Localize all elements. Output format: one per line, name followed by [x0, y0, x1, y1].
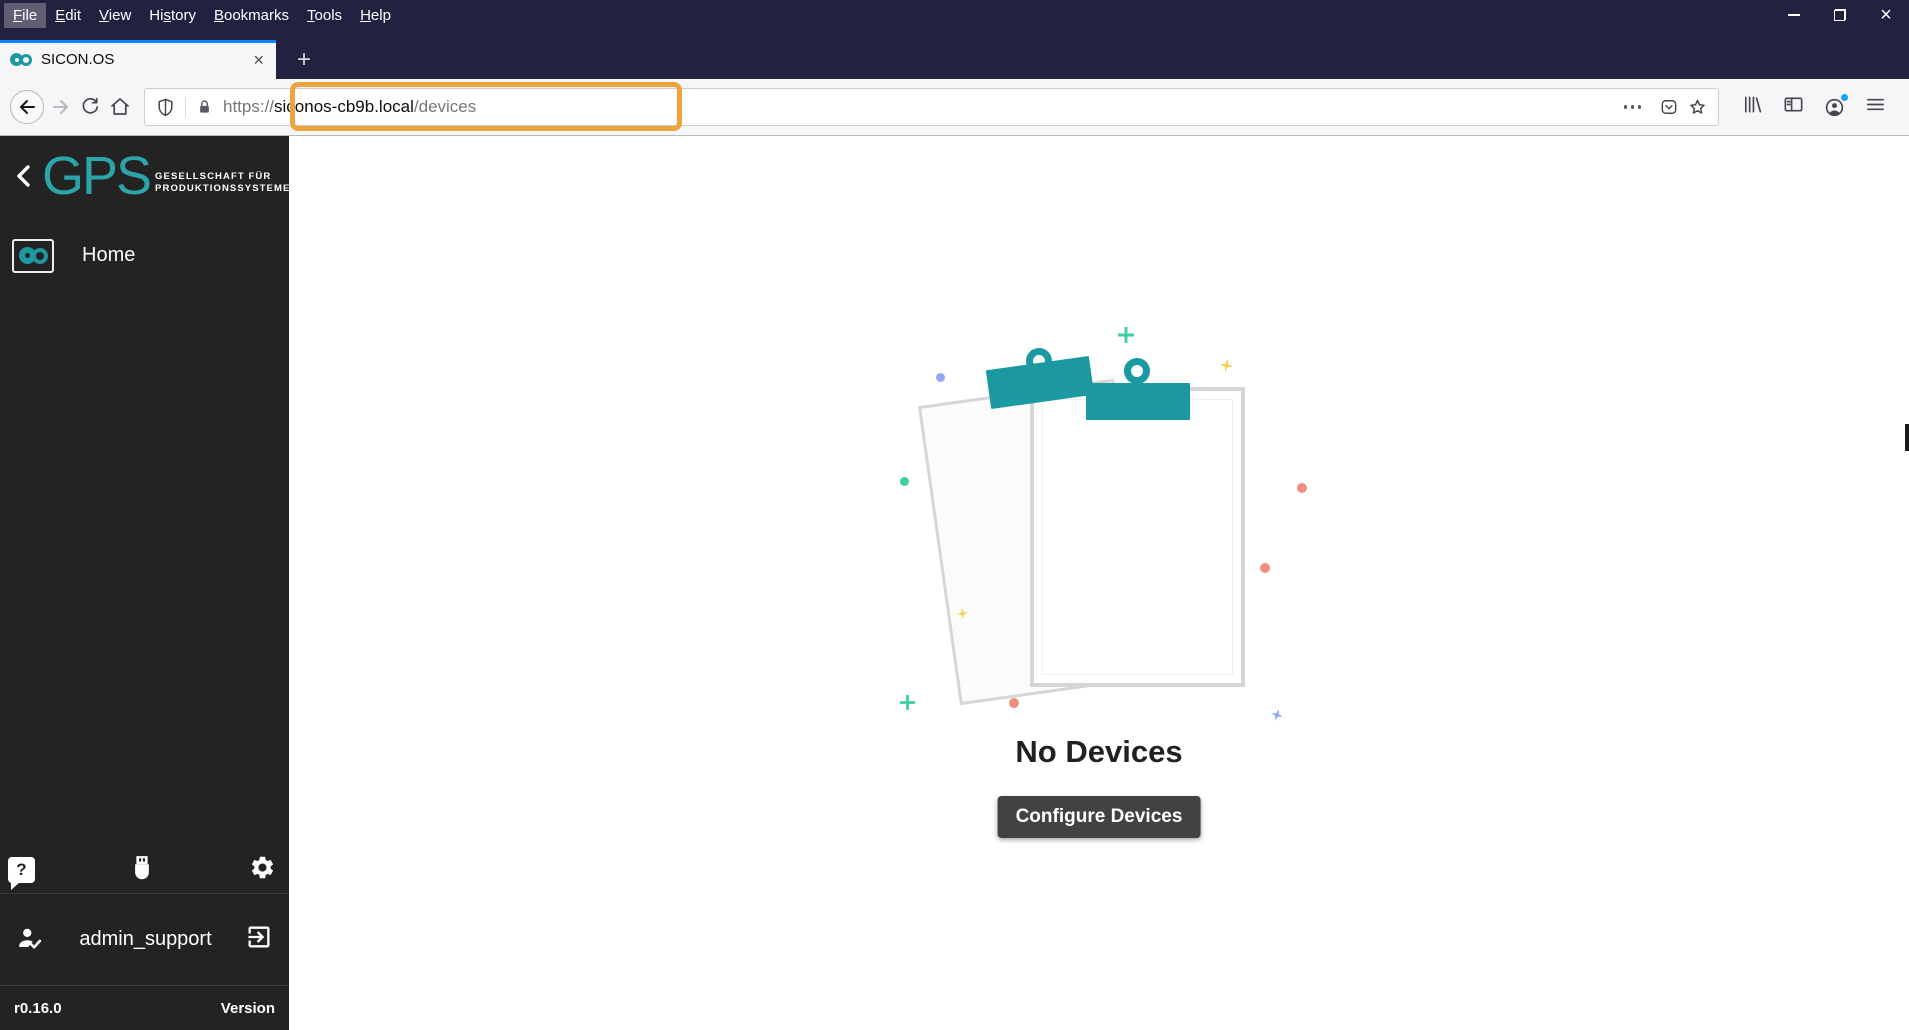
sidebar: GPS GESELLSCHAFT FÜR PRODUKTIONSSYSTEME … [0, 136, 289, 1030]
clipboard-clip-icon [1086, 383, 1190, 420]
window-controls: × [1771, 0, 1909, 30]
reload-button[interactable] [78, 95, 102, 119]
tab-siconos[interactable]: SICON.OS × [0, 40, 276, 79]
clipboard-front [1030, 387, 1245, 687]
bookmark-star-icon [1690, 99, 1705, 114]
library-icon [1744, 96, 1762, 113]
back-button[interactable] [10, 90, 44, 124]
toolbar-right-icons [1725, 93, 1899, 121]
confetti-dot-icon [1009, 698, 1019, 708]
tab-bar: SICON.OS × + [0, 30, 1909, 79]
pocket-icon [1661, 100, 1677, 114]
sidebar-item-home[interactable]: Home [0, 233, 289, 279]
usb-icon [135, 855, 149, 879]
scrollbar-thumb[interactable] [1905, 424, 1909, 451]
siconos-favicon-icon [10, 53, 32, 66]
no-devices-illustration [900, 321, 1320, 741]
chevron-left-icon [17, 165, 30, 187]
sidebar-item-label: Home [82, 244, 136, 267]
clipboard-ring-icon [1124, 358, 1150, 384]
menu-help[interactable]: Help [351, 3, 400, 28]
pocket-button[interactable] [1659, 97, 1679, 117]
sidebar-logo-row: GPS GESELLSCHAFT FÜR PRODUKTIONSSYSTEME [12, 146, 289, 206]
shield-icon[interactable] [155, 97, 176, 118]
menu-bookmarks[interactable]: Bookmarks [205, 3, 298, 28]
urlbar-divider [185, 97, 186, 117]
menu-edit[interactable]: Edit [46, 3, 90, 28]
usb-button[interactable] [127, 853, 157, 888]
close-icon: × [1880, 4, 1892, 26]
confetti-dot-icon [900, 477, 909, 486]
username-label: admin_support [79, 928, 212, 950]
gps-logo: GPS [42, 146, 152, 206]
bookmark-button[interactable] [1687, 97, 1708, 118]
menu-icon [1867, 98, 1884, 111]
confetti-dot-icon [936, 373, 945, 382]
account-button[interactable] [1823, 93, 1848, 119]
reload-icon [82, 97, 99, 114]
library-button[interactable] [1741, 93, 1764, 121]
sidebars-button[interactable] [1782, 93, 1805, 121]
menu-history[interactable]: History [140, 3, 205, 28]
new-tab-button[interactable]: + [288, 44, 320, 76]
navigation-toolbar: https://siconos-cb9b.local/devices [0, 79, 1909, 136]
close-button[interactable]: × [1863, 0, 1909, 30]
forward-icon [53, 100, 68, 114]
confetti-plus-icon [1118, 327, 1134, 343]
logout-button[interactable] [245, 923, 273, 956]
window-titlebar: File Edit View History Bookmarks Tools H… [0, 0, 1909, 30]
home-icon [111, 98, 129, 115]
home-nav-iconbox [12, 238, 54, 273]
confetti-dot-icon [1297, 483, 1307, 493]
confetti-plus-icon [900, 695, 915, 710]
menu-file[interactable]: File [4, 2, 47, 28]
gps-logo-subtitle: GESELLSCHAFT FÜR PRODUKTIONSSYSTEME [155, 171, 289, 195]
menubar: File Edit View History Bookmarks Tools H… [0, 0, 400, 30]
sidebar-version-row: r0.16.0 Version [0, 985, 289, 1030]
restore-button[interactable] [1817, 0, 1863, 30]
user-check-icon [19, 928, 42, 949]
version-value: r0.16.0 [14, 999, 62, 1017]
account-notification-dot [1841, 93, 1848, 101]
settings-gear-icon [251, 856, 274, 879]
menu-view[interactable]: View [90, 3, 140, 28]
help-button[interactable]: ? [8, 857, 35, 890]
minimize-button[interactable] [1771, 0, 1817, 30]
home-button[interactable] [108, 95, 132, 119]
url-text[interactable]: https://siconos-cb9b.local/devices [223, 97, 1614, 117]
confetti-star-icon [1269, 707, 1284, 722]
main-content: No Devices Configure Devices [289, 136, 1909, 1030]
sidebar-user-row: admin_support [0, 893, 289, 985]
browser-window: File Edit View History Bookmarks Tools H… [0, 0, 1909, 1030]
logout-icon [248, 926, 270, 948]
minimize-icon [1788, 14, 1800, 16]
sidebars-icon [1784, 97, 1803, 112]
app-menu-button[interactable] [1864, 93, 1887, 121]
lock-icon [200, 99, 209, 113]
menu-tools[interactable]: Tools [298, 3, 351, 28]
forward-button[interactable] [50, 96, 72, 118]
settings-button[interactable] [249, 854, 276, 886]
help-icon: ? [8, 857, 35, 890]
tab-title: SICON.OS [41, 51, 115, 68]
back-icon [20, 100, 35, 114]
confetti-dot-icon [1260, 563, 1270, 573]
empty-state-title: No Devices [1015, 734, 1183, 769]
confetti-star-icon [1219, 358, 1234, 373]
siconos-logo-icon [18, 247, 48, 265]
content: GPS GESELLSCHAFT FÜR PRODUKTIONSSYSTEME … [0, 136, 1909, 1030]
sidebar-collapse-button[interactable] [12, 162, 34, 190]
configure-devices-button[interactable]: Configure Devices [997, 796, 1201, 838]
url-bar[interactable]: https://siconos-cb9b.local/devices [144, 88, 1719, 126]
sidebar-footer-icons: ? [0, 847, 289, 893]
restore-icon [1834, 9, 1846, 21]
page-actions-icon[interactable] [1623, 105, 1641, 109]
tab-close-icon[interactable]: × [251, 51, 266, 69]
version-label: Version [220, 999, 275, 1017]
